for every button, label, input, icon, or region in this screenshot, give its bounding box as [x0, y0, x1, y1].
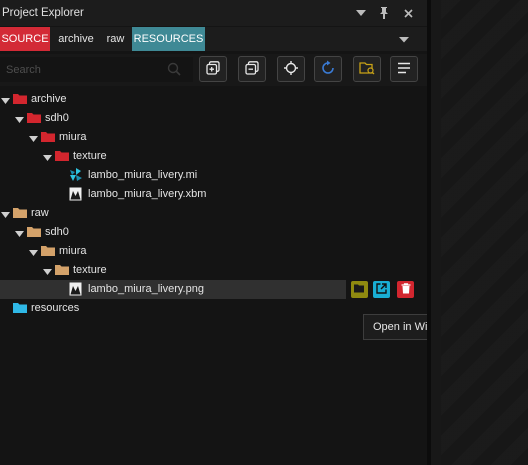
tree-row-archive-texture[interactable]: texture — [0, 147, 427, 166]
tree-label: miura — [59, 131, 87, 143]
background-pattern — [441, 0, 528, 465]
project-explorer-panel: Project Explorer SOURCE archive raw RESO… — [0, 0, 513, 465]
expand-arrow-icon[interactable] — [15, 115, 24, 123]
tree-row-file[interactable]: lambo_miura_livery.mi — [0, 166, 427, 185]
search-box — [0, 57, 193, 82]
panel-title: Project Explorer — [2, 7, 84, 19]
tab-raw[interactable]: raw — [102, 27, 129, 51]
open-folder-icon — [354, 284, 365, 296]
title-bar: Project Explorer — [0, 0, 427, 26]
chevron-down-icon[interactable] — [399, 34, 413, 44]
expand-arrow-icon[interactable] — [43, 153, 52, 161]
folder-icon — [13, 93, 27, 107]
expand-arrow-icon[interactable] — [1, 210, 10, 218]
delete-button[interactable] — [397, 281, 414, 298]
expand-arrow-icon[interactable] — [29, 248, 38, 256]
search-input[interactable] — [6, 61, 156, 78]
folder-icon — [13, 302, 27, 316]
open-folder-button[interactable] — [353, 56, 381, 82]
tree-label: texture — [73, 264, 107, 276]
open-external-button[interactable] — [373, 281, 390, 298]
tree-label: sdh0 — [45, 226, 69, 238]
folder-icon — [27, 226, 41, 240]
expand-arrow-icon[interactable] — [29, 134, 38, 142]
folder-icon — [55, 264, 69, 278]
tree-row-archive-miura[interactable]: miura — [0, 128, 427, 147]
tree-label: texture — [73, 150, 107, 162]
tree-label: lambo_miura_livery.mi — [88, 169, 198, 181]
image-file-icon — [69, 187, 82, 204]
folder-icon — [27, 112, 41, 126]
folder-icon — [41, 131, 55, 145]
open-external-icon — [376, 282, 387, 297]
app-window: Project Explorer SOURCE archive raw RESO… — [0, 0, 528, 465]
open-folder-icon — [359, 61, 375, 78]
chevron-down-icon[interactable] — [354, 6, 368, 20]
expand-arrow-icon[interactable] — [43, 267, 52, 275]
search-icon[interactable] — [167, 62, 181, 79]
copy-icon — [245, 60, 259, 78]
folder-icon — [55, 150, 69, 164]
tree-row-raw-sdh0[interactable]: sdh0 — [0, 223, 427, 242]
folder-icon — [41, 245, 55, 259]
tab-resources[interactable]: RESOURCES — [132, 27, 205, 51]
open-in-explorer-button[interactable] — [351, 281, 368, 298]
sort-button[interactable] — [390, 56, 418, 82]
right-pane — [431, 0, 528, 465]
refresh-icon — [320, 60, 336, 79]
tree-row-raw[interactable]: raw — [0, 204, 427, 223]
locate-button[interactable] — [277, 56, 305, 82]
collapse-button[interactable] — [238, 56, 266, 82]
sort-lines-icon — [397, 62, 411, 77]
expand-arrow-icon[interactable] — [1, 96, 10, 104]
refresh-button[interactable] — [314, 56, 342, 82]
tree-row-file-selected[interactable]: lambo_miura_livery.png — [0, 280, 346, 299]
tab-archive[interactable]: archive — [53, 27, 99, 51]
tree-label: raw — [31, 207, 49, 219]
crosshair-icon — [283, 60, 299, 79]
add-folder-button[interactable] — [199, 56, 227, 82]
tree-label: lambo_miura_livery.xbm — [88, 188, 207, 200]
pin-icon[interactable] — [377, 6, 391, 20]
trash-icon — [401, 282, 411, 297]
tree-row-file[interactable]: lambo_miura_livery.xbm — [0, 185, 427, 204]
tree-label: miura — [59, 245, 87, 257]
expand-arrow-icon[interactable] — [15, 229, 24, 237]
image-file-icon — [69, 282, 82, 299]
tree-label: archive — [31, 93, 67, 105]
folder-icon — [13, 207, 27, 221]
toolbar — [0, 54, 427, 86]
tree-label: resources — [31, 302, 80, 314]
tree-row-archive-sdh0[interactable]: sdh0 — [0, 109, 427, 128]
tab-bar: SOURCE archive raw RESOURCES — [0, 27, 427, 51]
tab-source[interactable]: SOURCE — [0, 27, 50, 51]
tree-label: sdh0 — [45, 112, 69, 124]
add-folder-icon — [206, 60, 220, 78]
tree-row-archive[interactable]: archive — [0, 90, 427, 109]
tree-row-raw-texture[interactable]: texture — [0, 261, 427, 280]
tree-label: lambo_miura_livery.png — [88, 283, 204, 295]
tree-row-raw-miura[interactable]: miura — [0, 242, 427, 261]
close-icon[interactable] — [401, 6, 415, 20]
material-icon — [69, 168, 83, 185]
